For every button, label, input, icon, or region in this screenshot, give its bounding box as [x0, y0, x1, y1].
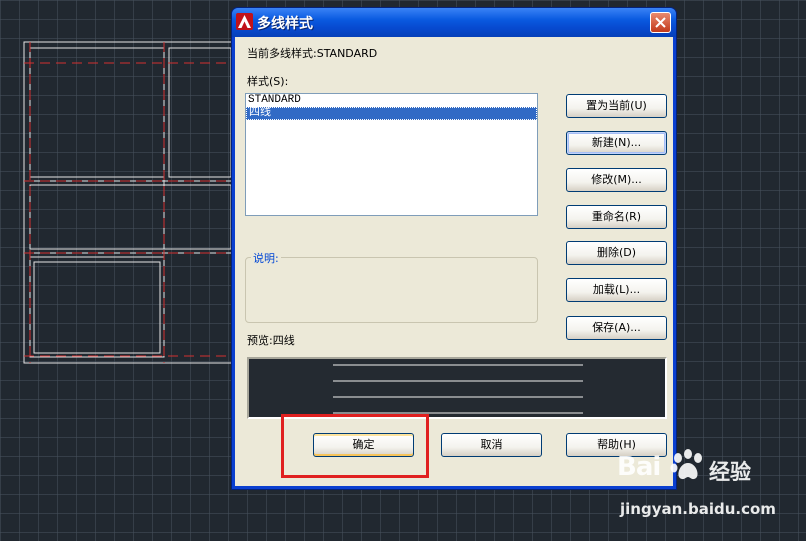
list-item-standard[interactable]: STANDARD — [246, 94, 537, 107]
dialog-titlebar[interactable]: 多线样式 — [232, 8, 676, 37]
watermark-url: jingyan.baidu.com — [620, 500, 776, 518]
autocad-logo-icon — [236, 13, 253, 30]
new-button[interactable]: 新建(N)... — [566, 131, 667, 155]
delete-button[interactable]: 删除(D) — [566, 241, 667, 265]
baidu-jingyan-watermark: Bai 经验 jingyan.baidu.com — [617, 449, 776, 527]
cancel-button[interactable]: 取消 — [441, 433, 542, 457]
styles-listbox[interactable]: STANDARD 四线 — [245, 93, 538, 216]
close-icon — [655, 17, 666, 28]
wall-outer-outline — [23, 41, 240, 364]
preview-lines — [333, 364, 583, 414]
modify-button[interactable]: 修改(M)... — [566, 168, 667, 192]
rename-button[interactable]: 重命名(R) — [566, 205, 667, 229]
preview-label: 预览:四线 — [247, 334, 295, 347]
save-button[interactable]: 保存(A)... — [566, 316, 667, 340]
current-style-label: 当前多线样式:STANDARD — [247, 47, 378, 60]
watermark-brand: Bai — [617, 452, 661, 482]
baidu-paw-icon — [670, 449, 702, 480]
room-outline-bottom-left — [29, 256, 165, 358]
room-outline-bottom-left-inner — [33, 261, 161, 354]
list-item-four-lines[interactable]: 四线 — [246, 107, 537, 120]
room-outline-middle — [29, 184, 232, 250]
close-button[interactable] — [650, 12, 671, 33]
description-groupbox: 说明: — [245, 250, 538, 323]
description-label: 说明: — [251, 250, 281, 266]
styles-label: 样式(S): — [247, 75, 289, 88]
set-current-button[interactable]: 置为当前(U) — [566, 94, 667, 118]
multiline-preview — [247, 357, 667, 419]
watermark-suffix: 经验 — [709, 460, 751, 484]
dialog-title: 多线样式 — [257, 16, 313, 32]
room-outline-top-left — [29, 47, 165, 178]
ok-highlight-box — [281, 414, 429, 478]
load-button[interactable]: 加载(L)... — [566, 278, 667, 302]
room-outline-top-right — [168, 47, 232, 178]
